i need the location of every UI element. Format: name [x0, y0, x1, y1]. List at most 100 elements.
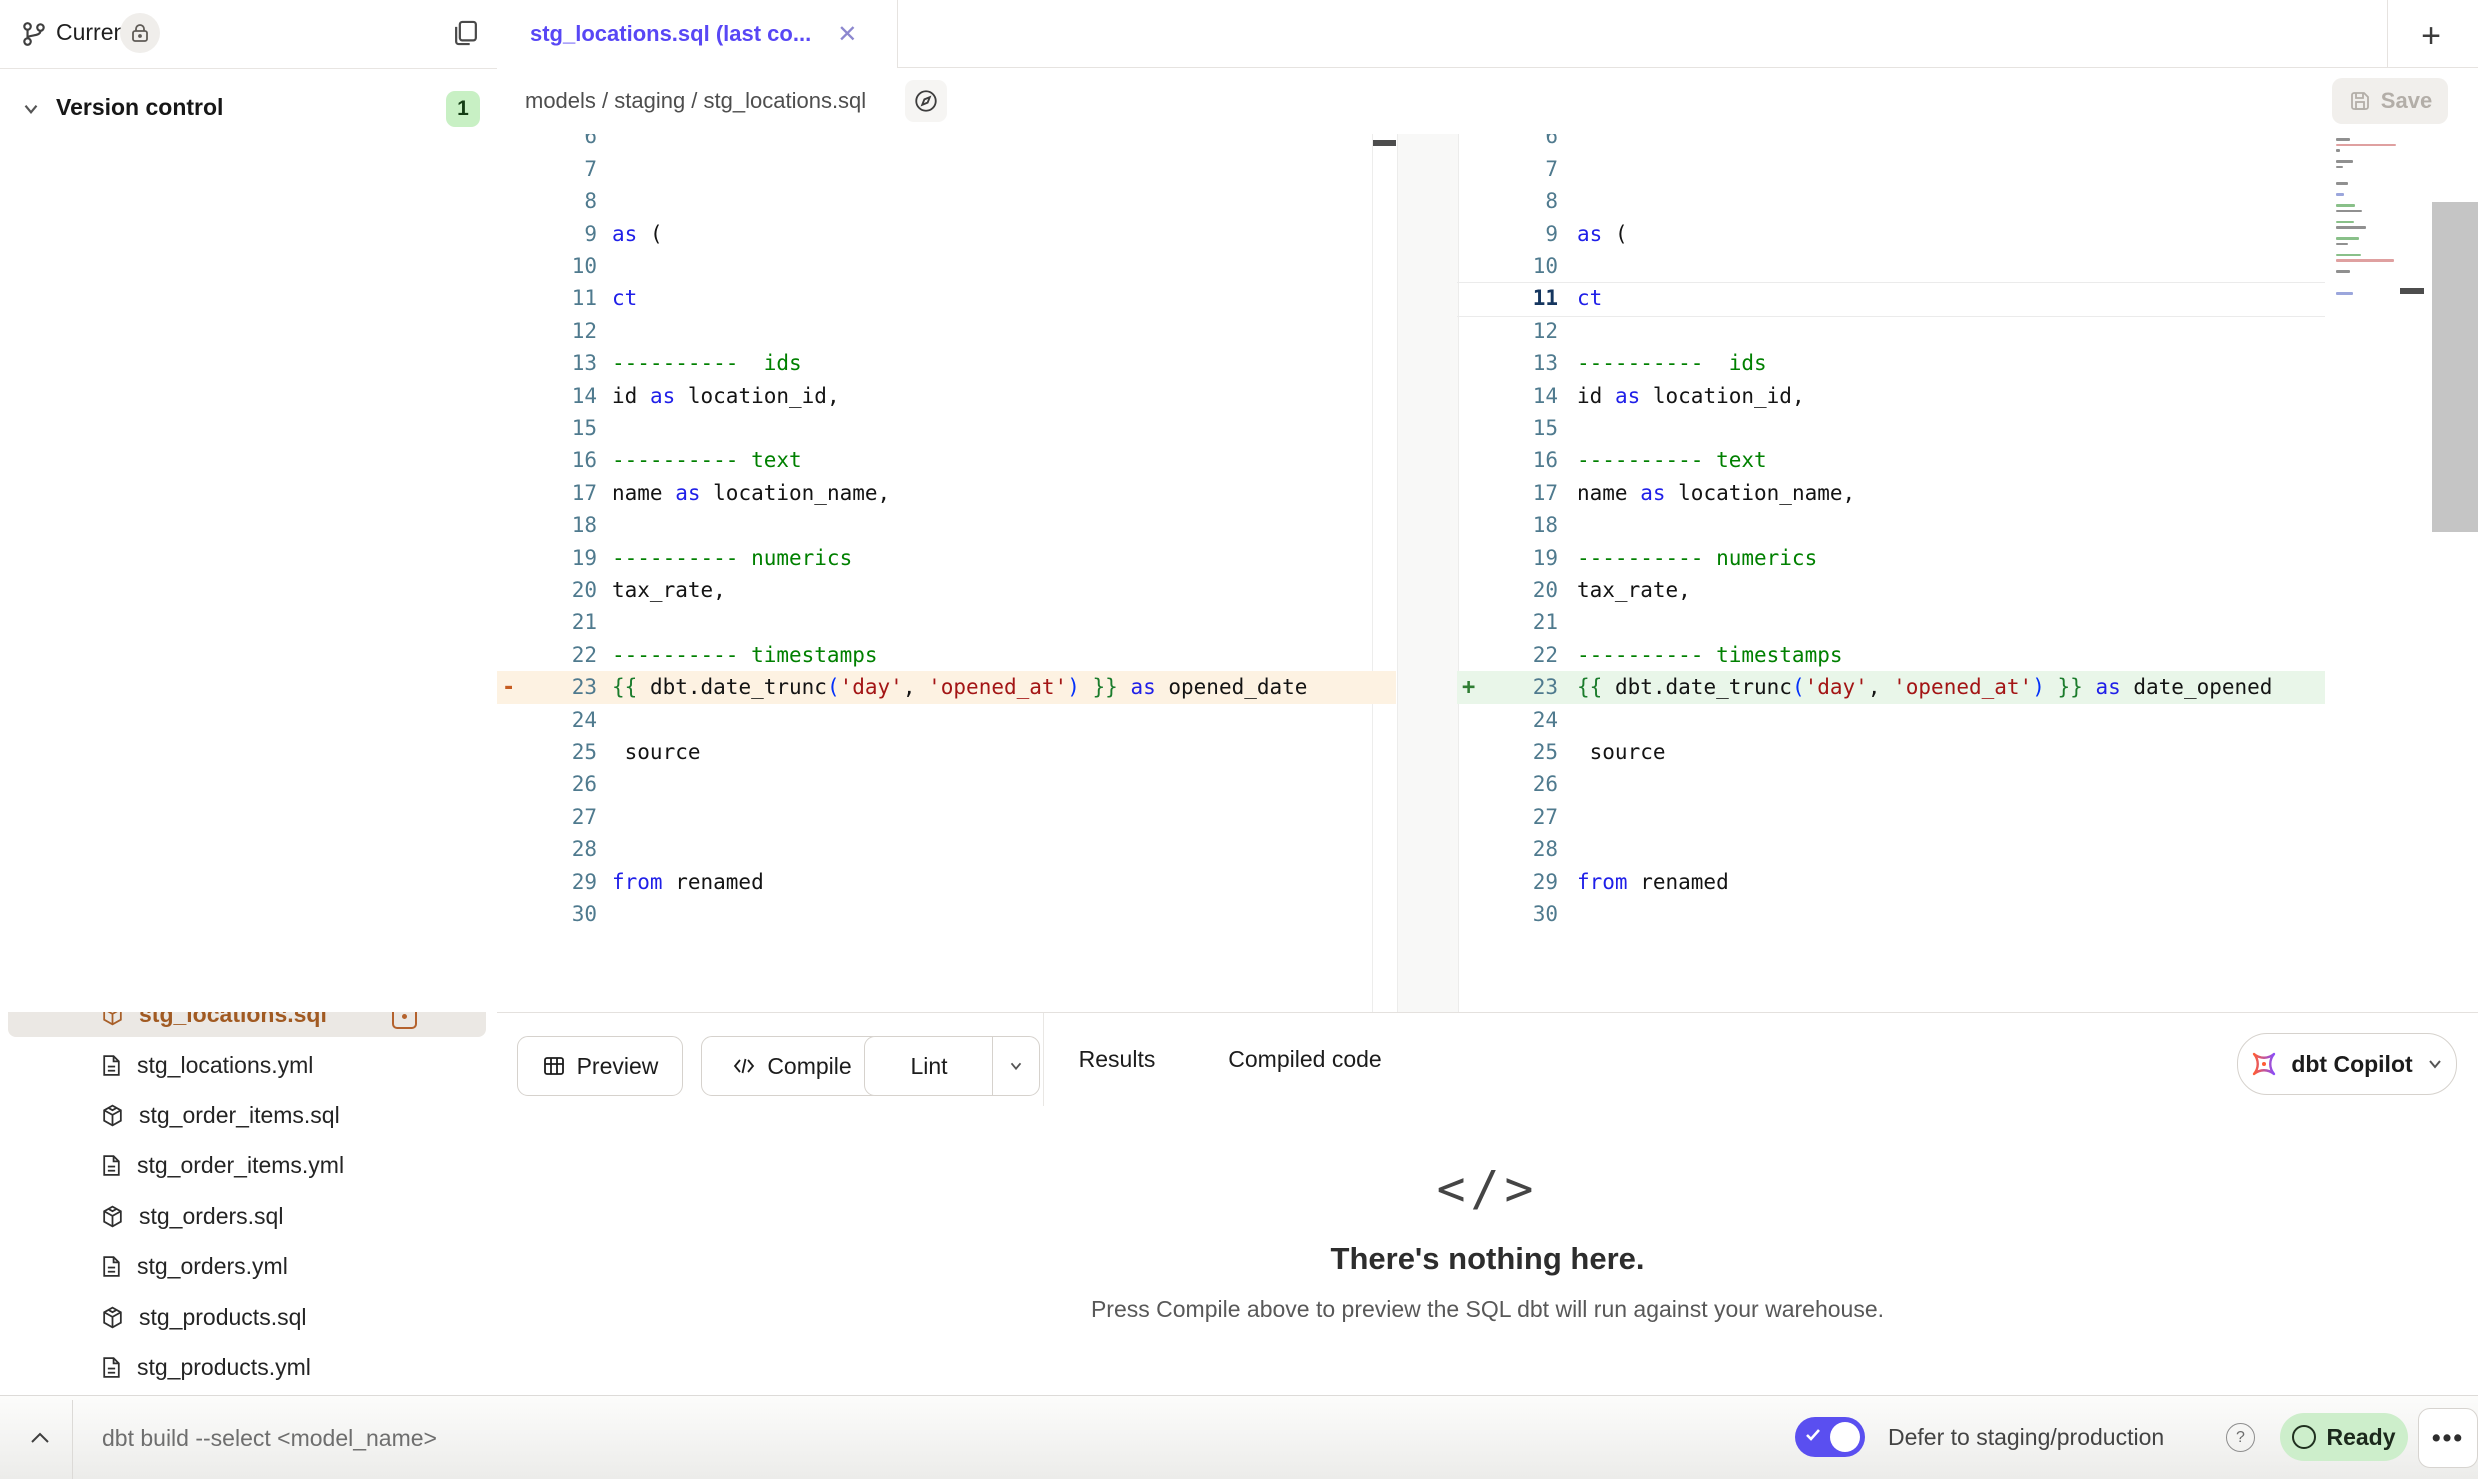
- empty-state-title: There's nothing here.: [497, 1241, 2478, 1277]
- code-line-left-13: ---------- ids: [612, 347, 802, 380]
- left-pane-scroll-track: [1372, 134, 1373, 1012]
- lineage-compass-icon[interactable]: [905, 80, 947, 122]
- code-line-right-25: source: [1577, 736, 1666, 769]
- code-line-left-23: {{ dbt.date_trunc('day', 'opened_at') }}…: [612, 671, 1307, 704]
- line-number: 20: [1478, 574, 1558, 607]
- ready-status-badge[interactable]: Ready: [2280, 1413, 2408, 1461]
- diff-editor-sash[interactable]: [1397, 134, 1459, 1012]
- compile-button[interactable]: Compile: [701, 1036, 883, 1096]
- diff-plus-marker: +: [1462, 671, 1475, 704]
- file-row-stg-orders-yml[interactable]: stg_orders.yml: [100, 1245, 288, 1289]
- preview-label: Preview: [577, 1053, 659, 1080]
- line-number: 19: [517, 542, 597, 575]
- line-number: 27: [517, 801, 597, 834]
- line-number: 30: [1478, 898, 1558, 931]
- code-line-right-23: {{ dbt.date_trunc('day', 'opened_at') }}…: [1577, 671, 2272, 704]
- line-number: 18: [517, 509, 597, 542]
- tab-label: stg_locations.sql (last co...: [530, 21, 811, 47]
- line-number: 25: [517, 736, 597, 769]
- more-options-button[interactable]: •••: [2418, 1408, 2478, 1468]
- new-tab-button[interactable]: +: [2413, 18, 2449, 54]
- copilot-chevron-icon: [2425, 1054, 2445, 1074]
- file-row-stg-order-items-yml[interactable]: stg_order_items.yml: [100, 1144, 344, 1188]
- file-row-stg-orders-sql[interactable]: stg_orders.sql: [100, 1194, 283, 1238]
- model-cube-icon: [100, 1204, 125, 1229]
- code-line-right-19: ---------- numerics: [1577, 542, 1817, 575]
- document-icon: [100, 1153, 123, 1178]
- lint-button[interactable]: Lint: [864, 1036, 1040, 1096]
- tab-close-icon[interactable]: ✕: [837, 20, 857, 49]
- line-number: 27: [1478, 801, 1558, 834]
- code-line-right-17: name as location_name,: [1577, 477, 1855, 510]
- defer-label: Defer to staging/production: [1888, 1424, 2164, 1451]
- line-number: 14: [1478, 380, 1558, 413]
- file-label: stg_locations.yml: [137, 1052, 313, 1079]
- minimap[interactable]: [2334, 138, 2398, 308]
- collapse-chevron-icon[interactable]: [18, 1418, 62, 1458]
- tab-stg-locations[interactable]: stg_locations.sql (last co... ✕: [497, 0, 898, 68]
- line-number: 22: [1478, 639, 1558, 672]
- code-line-left-25: source: [612, 736, 701, 769]
- breadcrumb: models / staging / stg_locations.sql: [525, 88, 866, 114]
- dbt-cloud-ide-window: { "colors": { "accent_orange": "#a85f28"…: [0, 0, 2478, 1478]
- duplicate-icon[interactable]: [450, 17, 482, 49]
- line-number: 30: [517, 898, 597, 931]
- line-number: 9: [1478, 218, 1558, 251]
- tab-compiled-code[interactable]: Compiled code: [1205, 1013, 1405, 1111]
- code-line-left-9: as (: [612, 218, 663, 251]
- file-row-stg-order-items-sql[interactable]: stg_order_items.sql: [100, 1093, 340, 1137]
- line-number: 13: [1478, 347, 1558, 380]
- left-pane-scrollbar-thumb[interactable]: [1373, 140, 1396, 146]
- line-number: 10: [517, 250, 597, 283]
- line-number: 10: [1478, 250, 1558, 283]
- line-number: 13: [517, 347, 597, 380]
- dbt-copilot-button[interactable]: dbt Copilot: [2237, 1033, 2457, 1095]
- file-label: stg_orders.sql: [139, 1203, 283, 1230]
- file-label: stg_order_items.sql: [139, 1102, 340, 1129]
- minimap-line: [2336, 221, 2354, 224]
- line-number: 8: [517, 185, 597, 218]
- file-row-stg-locations-yml[interactable]: stg_locations.yml: [100, 1043, 313, 1087]
- dbt-copilot-label: dbt Copilot: [2291, 1051, 2412, 1078]
- line-number: 18: [1478, 509, 1558, 542]
- help-icon[interactable]: ?: [2226, 1423, 2255, 1452]
- diff-editor[interactable]: 6789as (1011ct1213---------- ids14id as …: [0, 134, 2478, 1012]
- file-row-stg-products-sql[interactable]: stg_products.sql: [100, 1295, 306, 1339]
- file-row-stg-products-yml[interactable]: stg_products.yml: [100, 1345, 311, 1389]
- line-number: 26: [517, 768, 597, 801]
- results-panel: </> There's nothing here. Press Compile …: [497, 1106, 2478, 1395]
- minimap-line: [2336, 270, 2350, 273]
- line-number: 15: [1478, 412, 1558, 445]
- command-input[interactable]: [100, 1410, 1604, 1466]
- line-number: 28: [1478, 833, 1558, 866]
- line-number: 15: [517, 412, 597, 445]
- file-label: stg_products.yml: [137, 1354, 311, 1381]
- line-number: 23: [1478, 671, 1558, 704]
- preview-button[interactable]: Preview: [517, 1036, 683, 1096]
- code-line-left-17: name as location_name,: [612, 477, 890, 510]
- defer-toggle[interactable]: [1795, 1417, 1865, 1457]
- line-number: 24: [1478, 704, 1558, 737]
- file-label: stg_orders.yml: [137, 1253, 288, 1280]
- branch-bar: Current: [0, 0, 497, 69]
- lint-label: Lint: [910, 1053, 947, 1080]
- line-number: 25: [1478, 736, 1558, 769]
- version-control-chevron-icon[interactable]: [20, 98, 42, 120]
- minimap-line: [2336, 226, 2366, 229]
- code-line-left-19: ---------- numerics: [612, 542, 852, 575]
- save-button[interactable]: Save: [2332, 78, 2448, 124]
- lint-options-chevron[interactable]: [992, 1037, 1039, 1095]
- line-number: 22: [517, 639, 597, 672]
- tab-results[interactable]: Results: [1062, 1013, 1172, 1106]
- code-brackets-icon: [732, 1054, 756, 1078]
- window-scrollbar-thumb[interactable]: [2432, 202, 2478, 532]
- code-line-left-29: from renamed: [612, 866, 764, 899]
- tab-bar-right-divider: [2387, 0, 2388, 68]
- code-slash-icon: </>: [497, 1161, 2478, 1217]
- minimap-line: [2336, 292, 2353, 295]
- bottom-toolbar: Preview Compile Lint Results Compiled co…: [497, 1012, 2478, 1107]
- code-line-left-14: id as location_id,: [612, 380, 840, 413]
- floppy-save-icon: [2348, 89, 2372, 113]
- save-label: Save: [2381, 88, 2432, 114]
- version-control-header[interactable]: Version control: [56, 94, 223, 121]
